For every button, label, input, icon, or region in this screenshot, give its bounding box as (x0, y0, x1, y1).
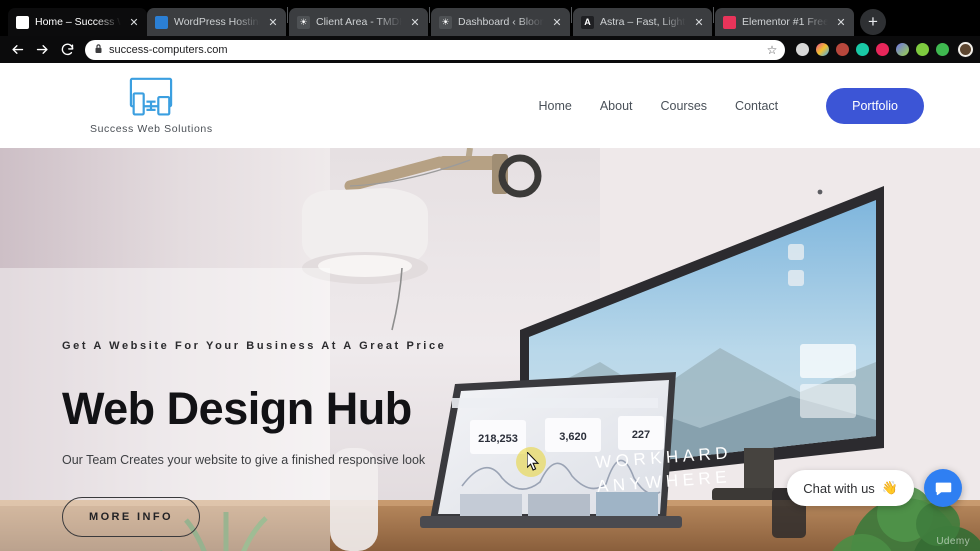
hero-section: 218,253 3,620 227 WORKHARD ANYWHERE Get … (0, 148, 980, 551)
blank-page-icon (16, 15, 29, 29)
chat-prompt-label: Chat with us (803, 480, 875, 496)
chat-prompt[interactable]: Chat with us 👋 (787, 470, 914, 506)
svg-text:3,620: 3,620 (559, 431, 587, 443)
browser-tab-6[interactable]: Elementor #1 Free W ✕ (715, 8, 854, 36)
nav-link-about[interactable]: About (600, 99, 633, 113)
portfolio-button[interactable]: Portfolio (826, 87, 924, 124)
tab-close-button[interactable]: ✕ (266, 15, 280, 29)
chat-bubble-icon (935, 482, 951, 495)
tab-close-button[interactable]: ✕ (408, 15, 422, 29)
site-logo-text: Success Web Solutions (90, 122, 213, 135)
hero-subtitle: Our Team Creates your website to give a … (62, 453, 426, 467)
elementor-icon (723, 15, 736, 29)
back-arrow-icon[interactable] (6, 39, 28, 61)
tab-strip: Home – Success Web S ✕ WordPress Hosting… (0, 0, 980, 36)
waving-hand-icon: 👋 (881, 480, 898, 495)
tab-close-button[interactable]: ✕ (834, 15, 848, 29)
chat-widget: Chat with us 👋 (787, 469, 962, 507)
lock-icon (94, 41, 103, 59)
tab-separator (429, 7, 430, 23)
reload-arrow-icon[interactable] (56, 39, 78, 61)
site-navigation: Home About Courses Contact Portfolio (538, 87, 924, 124)
responsive-devices-icon (118, 77, 184, 119)
browser-toolbar: success-computers.com ☆ (0, 36, 980, 63)
site-logo[interactable]: Success Web Solutions (90, 77, 213, 135)
hero-title: Web Design Hub (62, 383, 412, 434)
extension-icon-5[interactable] (876, 43, 889, 56)
address-bar[interactable]: success-computers.com ☆ (85, 39, 785, 60)
tab-close-button[interactable]: ✕ (127, 15, 141, 29)
bookmark-star-icon[interactable]: ☆ (765, 44, 779, 56)
new-tab-button[interactable]: + (860, 9, 886, 35)
tab-separator (287, 7, 288, 23)
browser-tab-3[interactable]: ☀ Client Area - TMDHost ✕ (289, 8, 428, 36)
astra-icon: A (581, 15, 594, 29)
more-info-button[interactable]: MORE INFO (62, 497, 200, 537)
extensions-toolbar (792, 43, 949, 56)
tab-title: Elementor #1 Free W (742, 16, 828, 28)
profile-avatar[interactable] (957, 41, 974, 58)
browser-tab-4[interactable]: ☀ Dashboard ‹ Bloomee ✕ (431, 8, 570, 36)
extension-icon-1[interactable] (796, 43, 809, 56)
extension-icon-4[interactable] (856, 43, 869, 56)
browser-tab-1[interactable]: Home – Success Web S ✕ (8, 8, 147, 36)
globe-icon: ☀ (297, 15, 310, 29)
tab-separator (713, 7, 714, 23)
tab-title: Home – Success Web S (35, 16, 121, 28)
tab-title: Client Area - TMDHost (316, 16, 402, 28)
browser-tab-5[interactable]: A Astra – Fast, Lightweig ✕ (573, 8, 712, 36)
extension-icon-8[interactable] (936, 43, 949, 56)
browser-window: Home – Success Web S ✕ WordPress Hosting… (0, 0, 980, 551)
mouse-pointer-icon (526, 450, 540, 476)
forward-arrow-icon[interactable] (31, 39, 53, 61)
chat-bubble-button[interactable] (924, 469, 962, 507)
udemy-watermark: Udemy (936, 536, 970, 547)
nav-link-contact[interactable]: Contact (735, 99, 778, 113)
globe-icon: ☀ (439, 15, 452, 29)
extension-icon-7[interactable] (916, 43, 929, 56)
nav-link-courses[interactable]: Courses (661, 99, 708, 113)
extension-icon-2[interactable] (816, 43, 829, 56)
extension-icon-3[interactable] (836, 43, 849, 56)
udemy-watermark-label: Udemy (936, 536, 970, 547)
tab-title: Astra – Fast, Lightweig (600, 16, 686, 28)
wordpress-icon (155, 15, 168, 29)
tab-separator (571, 7, 572, 23)
tab-title: Dashboard ‹ Bloomee (458, 16, 544, 28)
browser-tab-2[interactable]: WordPress Hosting | F ✕ (147, 8, 286, 36)
hero-content: Get A Website For Your Business At A Gre… (62, 340, 492, 537)
tab-close-button[interactable]: ✕ (550, 15, 564, 29)
extension-icon-6[interactable] (896, 43, 909, 56)
tab-close-button[interactable]: ✕ (692, 15, 706, 29)
tab-title: WordPress Hosting | F (174, 16, 260, 28)
hero-eyebrow: Get A Website For Your Business At A Gre… (62, 340, 447, 352)
site-header: Success Web Solutions Home About Courses… (0, 63, 980, 148)
nav-link-home[interactable]: Home (538, 99, 571, 113)
url-text[interactable]: success-computers.com (109, 44, 759, 56)
web-page: Success Web Solutions Home About Courses… (0, 63, 980, 551)
svg-text:227: 227 (632, 429, 650, 441)
